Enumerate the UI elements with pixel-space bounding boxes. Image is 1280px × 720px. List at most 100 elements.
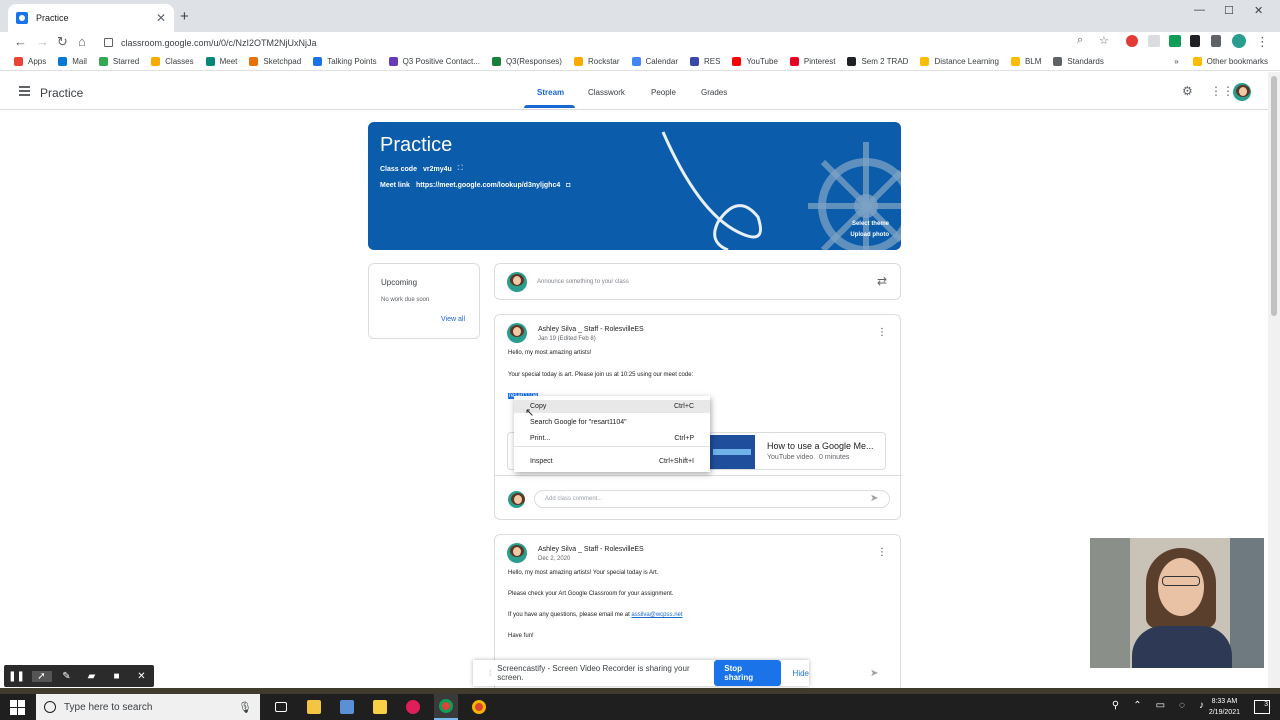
email-link[interactable]: assilva@wcpss.net: [631, 612, 682, 618]
stop-sharing-button[interactable]: Stop sharing: [714, 660, 781, 686]
attachment-title[interactable]: How to use a Google Me...: [767, 441, 874, 451]
pen-icon[interactable]: ✎: [57, 671, 77, 682]
bookmark-icon: [732, 57, 742, 66]
send-icon[interactable]: ➤: [870, 668, 878, 679]
back-icon[interactable]: ←: [14, 34, 27, 49]
slack-icon[interactable]: [401, 694, 425, 720]
page-scrollbar[interactable]: [1268, 72, 1280, 694]
scrollbar-thumb[interactable]: [1271, 76, 1277, 316]
youtube-attachment[interactable]: How to use a Google Me... YouTube video …: [708, 432, 886, 470]
bookmark-item[interactable]: RES: [690, 57, 720, 66]
zoom-icon[interactable]: ⌕: [1077, 34, 1083, 47]
close-icon[interactable]: ✕: [132, 671, 152, 682]
account-avatar[interactable]: [1233, 83, 1251, 101]
chrome-icon[interactable]: [434, 694, 458, 720]
fullscreen-icon[interactable]: ⛶: [458, 165, 463, 173]
extension-icon-2[interactable]: [1148, 35, 1160, 47]
select-theme-link[interactable]: Select theme: [852, 221, 889, 227]
bookmark-item[interactable]: Pinterest: [789, 57, 835, 66]
close-window-icon[interactable]: ✕: [1254, 4, 1263, 17]
maximize-icon[interactable]: ☐: [1224, 4, 1234, 17]
class-comment-input[interactable]: Add class comment...: [534, 490, 890, 508]
minimize-icon[interactable]: —: [1194, 4, 1205, 16]
view-all-link[interactable]: View all: [441, 316, 465, 323]
chrome-icon-2[interactable]: [467, 694, 491, 720]
home-icon[interactable]: ⌂: [78, 34, 86, 49]
profile-avatar-icon[interactable]: [1232, 34, 1246, 48]
screencastify-extension-icon[interactable]: [1190, 35, 1200, 47]
post-more-icon[interactable]: ⋮: [877, 547, 887, 558]
forward-icon[interactable]: →: [36, 34, 49, 49]
camera-icon[interactable]: ■: [107, 671, 127, 682]
announce-input[interactable]: Announce something to your class: [537, 279, 629, 285]
other-bookmarks[interactable]: » Other bookmarks: [1174, 57, 1268, 66]
chevron-more-icon[interactable]: »: [1174, 57, 1178, 66]
classroom-favicon-icon: [16, 12, 28, 24]
tab-classwork[interactable]: Classwork: [588, 88, 625, 97]
address-bar[interactable]: classroom.google.com/u/0/c/NzI2OTM2NjUxN…: [104, 34, 1124, 51]
menu-item-copy[interactable]: Copy Ctrl+C: [514, 400, 710, 413]
new-tab-icon[interactable]: +: [180, 8, 189, 25]
tab-stream[interactable]: Stream: [537, 88, 564, 97]
upload-photo-link[interactable]: Upload photo: [850, 232, 889, 238]
bookmark-item[interactable]: Rockstar: [573, 57, 620, 66]
menu-item-inspect[interactable]: Inspect Ctrl+Shift+I: [514, 455, 710, 468]
bookmark-item[interactable]: Distance Learning: [920, 57, 999, 66]
send-icon[interactable]: ➤: [870, 493, 878, 504]
battery-icon[interactable]: ▭: [1156, 700, 1165, 711]
pointer-icon[interactable]: ➚: [31, 670, 52, 682]
bookmark-item[interactable]: Meet: [205, 57, 237, 66]
bookmark-item[interactable]: Apps: [14, 57, 46, 66]
bookmark-item[interactable]: Sem 2 TRAD: [847, 57, 908, 66]
settings-gear-icon[interactable]: ⚙: [1182, 84, 1193, 98]
people-icon[interactable]: ⚲: [1112, 700, 1119, 711]
post-more-icon[interactable]: ⋮: [877, 327, 887, 338]
class-code-row: Class code vr2my4u ⛶: [380, 165, 463, 173]
bookmark-item[interactable]: Calendar: [631, 57, 678, 66]
apps-grid-icon[interactable]: ⋮⋮: [1210, 84, 1234, 98]
pause-icon[interactable]: ❚❚: [7, 671, 27, 682]
bookmark-item[interactable]: Starred: [98, 57, 139, 66]
bookmark-star-icon[interactable]: ☆: [1099, 34, 1109, 47]
main-menu-icon[interactable]: [19, 86, 30, 96]
bookmark-item[interactable]: Classes: [151, 57, 194, 66]
bookmark-item[interactable]: Q3 Positive Contact...: [388, 57, 480, 66]
hide-button[interactable]: Hide: [793, 669, 809, 678]
meet-link[interactable]: https://meet.google.com/lookup/d3nyljghc…: [416, 182, 560, 189]
eraser-icon[interactable]: ▰: [82, 671, 102, 682]
browser-tab[interactable]: Practice ✕: [8, 4, 174, 32]
menu-item-print[interactable]: Print... Ctrl+P: [514, 432, 710, 445]
tab-grades[interactable]: Grades: [701, 88, 727, 97]
drag-handle-icon[interactable]: ⁞: [489, 669, 491, 678]
microphone-icon[interactable]: 🎙︎: [238, 701, 252, 714]
repost-icon[interactable]: ⇄: [877, 274, 887, 288]
camera-app-icon[interactable]: [335, 694, 359, 720]
bookmark-item[interactable]: Sketchpad: [249, 57, 301, 66]
clock[interactable]: 8:33 AM 2/19/2021: [1209, 696, 1240, 718]
video-camera-icon[interactable]: ◘: [566, 182, 570, 189]
extension-icon-1[interactable]: [1126, 35, 1138, 47]
bookmark-item[interactable]: Mail: [58, 57, 87, 66]
windows-start-icon[interactable]: [10, 697, 30, 717]
task-view-icon[interactable]: [269, 694, 293, 720]
chrome-menu-icon[interactable]: ⋮: [1256, 34, 1269, 50]
bookmark-item[interactable]: BLM: [1010, 57, 1041, 66]
announce-card[interactable]: Announce something to your class ⇄: [494, 263, 901, 300]
reload-icon[interactable]: ↻: [57, 34, 68, 50]
bookmark-item[interactable]: Q3(Responses): [491, 57, 562, 66]
taskbar-search[interactable]: Type here to search 🎙︎: [36, 694, 260, 720]
extensions-puzzle-icon[interactable]: [1211, 35, 1221, 47]
chevron-up-icon[interactable]: ⌃: [1133, 700, 1141, 711]
extension-icon-3[interactable]: [1169, 35, 1181, 47]
sticky-notes-icon[interactable]: [368, 694, 392, 720]
bookmark-item[interactable]: Talking Points: [313, 57, 377, 66]
bookmark-item[interactable]: YouTube: [732, 57, 778, 66]
file-explorer-icon[interactable]: [302, 694, 326, 720]
volume-icon[interactable]: ♪: [1199, 700, 1204, 711]
bookmark-item[interactable]: Standards: [1053, 57, 1104, 66]
notifications-icon[interactable]: 3: [1254, 700, 1270, 714]
tab-people[interactable]: People: [651, 88, 676, 97]
network-icon[interactable]: ◌: [1179, 700, 1185, 711]
menu-item-search-google[interactable]: Search Google for "resart1104": [514, 416, 710, 429]
close-tab-icon[interactable]: ✕: [156, 11, 166, 25]
